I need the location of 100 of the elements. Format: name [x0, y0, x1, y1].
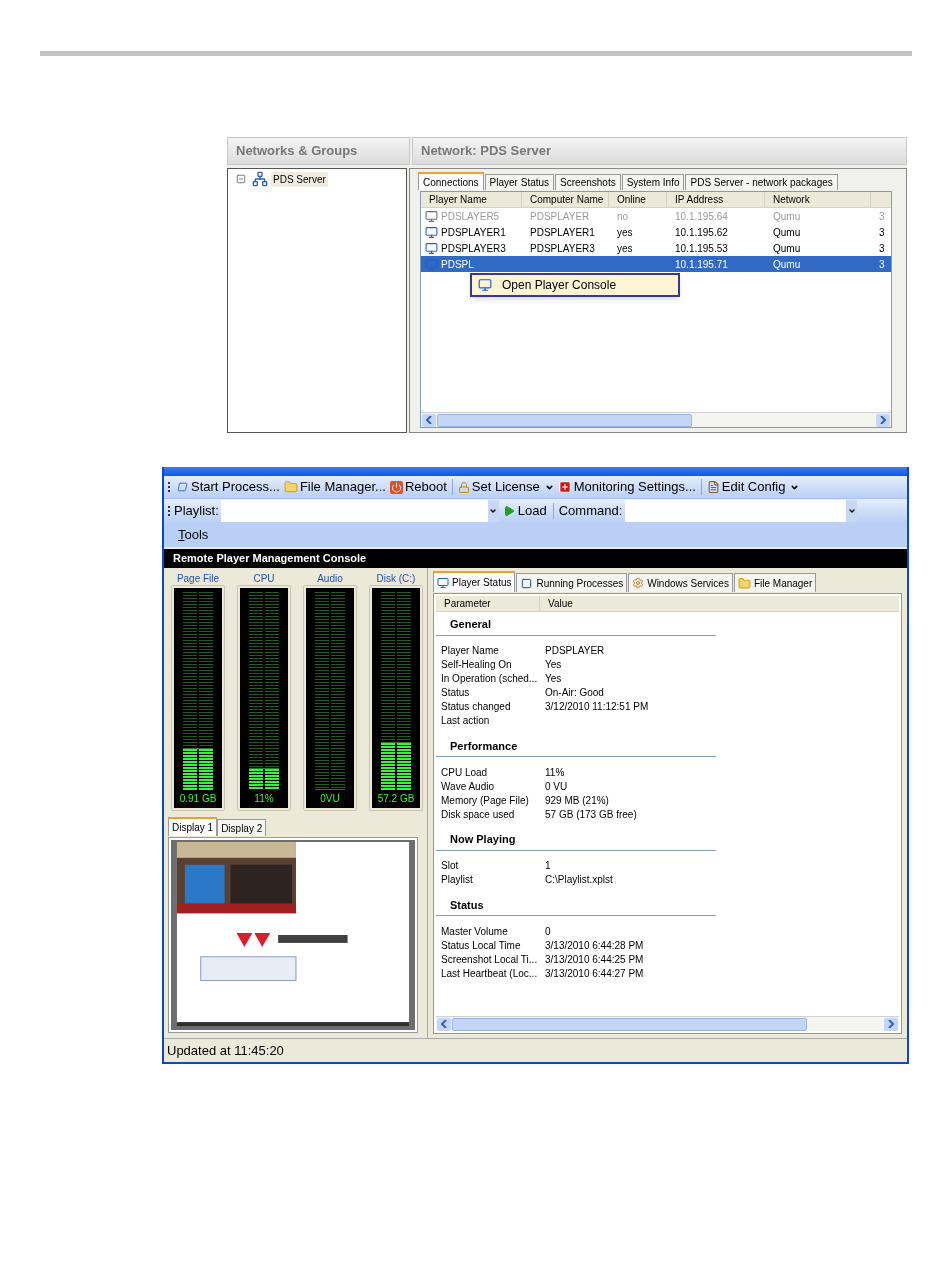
table-cell-text: PDSLAYER5 — [441, 209, 500, 224]
tab[interactable]: Player Status — [484, 174, 555, 190]
column-header[interactable]: Network — [765, 192, 871, 207]
scroll-left-icon[interactable] — [437, 1017, 451, 1031]
field-label: Command: — [557, 502, 624, 521]
property-value: Yes — [545, 672, 562, 686]
monitor-icon — [478, 278, 492, 292]
table-cell: PDSPLAYER3 — [530, 242, 595, 254]
load-button[interactable]: Load — [498, 501, 551, 521]
field-label: Playlist: — [174, 502, 219, 521]
tab[interactable]: Running Processes — [516, 573, 628, 592]
command-field[interactable] — [625, 500, 858, 522]
horizontal-scrollbar[interactable] — [421, 412, 891, 427]
tab[interactable]: File Manager — [733, 573, 817, 592]
property-name: Player Name — [441, 644, 500, 658]
property-name: Status Local Time — [441, 938, 522, 953]
tab[interactable]: Display 1 — [168, 817, 218, 836]
tab[interactable]: Display 2 — [217, 819, 267, 836]
folder-icon — [283, 480, 298, 494]
pane-header: Network: PDS Server — [412, 137, 907, 165]
console-title-bar: Remote Player Management Console — [164, 549, 907, 568]
property-value: On-Air: Good — [545, 686, 604, 700]
menu-item[interactable]: Tools — [178, 525, 209, 545]
scroll-thumb[interactable] — [452, 1017, 807, 1031]
column-header[interactable]: Computer Name — [522, 192, 609, 207]
property-name: Last Heartbeat (Loc... — [441, 966, 539, 981]
playlist-field[interactable] — [220, 500, 499, 522]
property-name: Slot — [441, 859, 460, 873]
toolbar-button[interactable]: Edit Config — [704, 477, 802, 497]
toolbar-button[interactable]: Reboot — [387, 477, 449, 497]
property-value: 929 MB (21%) — [545, 793, 609, 808]
medical-cross-icon — [557, 480, 572, 494]
property-name: Self-Healing On — [441, 658, 513, 672]
column-header[interactable]: Value — [540, 596, 899, 611]
collapse-icon[interactable] — [236, 174, 246, 184]
section-heading: General — [436, 612, 716, 636]
lock-icon — [457, 480, 470, 494]
scroll-right-icon[interactable] — [876, 413, 890, 427]
property-name: CPU Load — [441, 765, 489, 780]
table-cell: no — [617, 210, 629, 222]
meter-label: Page File — [176, 572, 220, 585]
power-icon — [389, 480, 403, 494]
grip-icon[interactable] — [168, 505, 171, 517]
toolbar-button[interactable]: Monitoring Settings... — [555, 477, 698, 497]
toolbar-button[interactable]: File Manager... — [281, 477, 388, 497]
grip-icon[interactable] — [168, 481, 171, 493]
scroll-left-icon[interactable] — [422, 413, 436, 427]
toolbar-button[interactable]: Start Process... — [174, 477, 282, 497]
scroll-thumb[interactable] — [437, 413, 692, 427]
pane-header: Networks & Groups — [227, 137, 410, 165]
table-cell: PDSPLAYER1 — [530, 226, 595, 238]
property-value: 11% — [545, 765, 565, 780]
property-value: 0 VU — [545, 779, 568, 794]
tab[interactable]: Windows Services — [628, 573, 733, 592]
column-header[interactable]: IP Address — [667, 192, 765, 207]
table-row[interactable]: PDSPLAYER1 PDSPLAYER1 yes 10.1.195.62 Qumu 3 — [421, 224, 891, 240]
property-name: Disk space used — [441, 807, 516, 822]
tree-item[interactable]: PDS Server — [271, 171, 328, 187]
section-heading: Performance — [436, 733, 716, 757]
tab[interactable]: Connections — [418, 172, 484, 190]
table-row[interactable]: PDSPL 10.1.195.71 Qumu 3 — [421, 256, 891, 272]
meter-reading: 0.91 GB — [179, 791, 217, 806]
horizontal-scrollbar[interactable] — [436, 1016, 899, 1031]
property-name: Status changed — [441, 700, 512, 714]
table-cell: 10.1.195.71 — [675, 258, 728, 270]
column-header[interactable]: Player Name — [421, 192, 522, 207]
monitor-icon — [425, 241, 438, 255]
scroll-right-icon[interactable] — [884, 1017, 898, 1031]
table-cell: Qumu — [773, 258, 801, 270]
table-cell-text: PDSPL — [441, 257, 474, 272]
gear-icon — [632, 577, 645, 589]
table-cell: yes — [617, 226, 633, 238]
meter-label: CPU — [253, 572, 275, 585]
property-value: 57 GB (173 GB free) — [545, 807, 637, 822]
column-header[interactable]: Online — [609, 192, 667, 207]
table-cell: Qumu — [773, 226, 801, 238]
property-value: C:\Playlist.xplst — [545, 873, 613, 887]
property-name: Status — [441, 686, 471, 700]
table-cell: 3 — [879, 242, 885, 254]
tab[interactable]: System Info — [621, 174, 685, 190]
property-value: 3/13/2010 6:44:28 PM — [545, 938, 644, 953]
tab[interactable]: PDS Server - network packages — [685, 174, 838, 190]
tab[interactable]: Player Status — [433, 571, 516, 592]
property-name: Wave Audio — [441, 779, 495, 794]
toolbar-button[interactable]: Set License — [455, 477, 556, 497]
table-cell: 3 — [879, 210, 885, 222]
property-value: 1 — [545, 859, 551, 873]
table-row[interactable]: PDSPLAYER3 PDSPLAYER3 yes 10.1.195.53 Qumu 3 — [421, 240, 891, 256]
status-bar: Updated at 11:45:20 — [164, 1038, 907, 1062]
tab[interactable]: Screenshots — [555, 174, 621, 190]
monitor-icon — [425, 225, 438, 239]
window-icon — [520, 577, 534, 589]
play-icon — [502, 505, 515, 517]
table-cell: 3 — [879, 226, 885, 238]
column-header[interactable]: Parameter — [436, 596, 540, 611]
table-cell-text: PDSPLAYER3 — [441, 241, 506, 256]
property-name: Master Volume — [441, 924, 509, 939]
property-name: Playlist — [441, 873, 474, 887]
dropdown-icon — [489, 507, 498, 515]
menu-item[interactable]: Open Player Console — [472, 277, 678, 293]
